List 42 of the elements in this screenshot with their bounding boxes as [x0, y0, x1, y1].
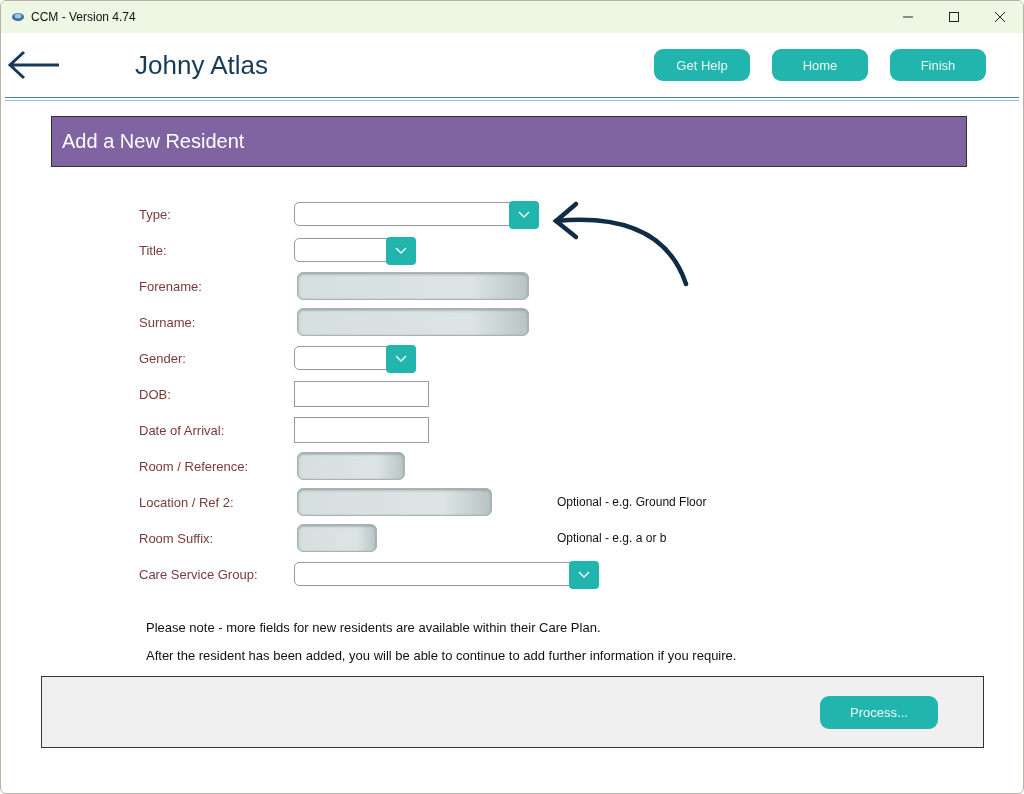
- dropdown[interactable]: [294, 202, 539, 226]
- text-field[interactable]: [297, 488, 492, 516]
- back-button[interactable]: [7, 50, 61, 80]
- app-icon: [11, 11, 25, 23]
- dropdown[interactable]: [294, 238, 416, 262]
- panel-title: Add a New Resident: [51, 116, 967, 167]
- field-label: Title:: [139, 242, 168, 258]
- note-text: Please note - more fields for new residents are available within their Care Plan.: [146, 620, 602, 635]
- field-label: Type:: [139, 206, 172, 222]
- user-name: Johny Atlas: [135, 49, 269, 81]
- window-title: CCM - Version 4.74: [31, 10, 136, 24]
- text-field[interactable]: [297, 272, 529, 300]
- process-button[interactable]: Process...: [820, 695, 938, 729]
- maximize-icon: [949, 12, 959, 22]
- field-label: Date of Arrival:: [139, 422, 226, 438]
- field-label: Care Service Group:: [139, 566, 259, 582]
- header-button[interactable]: Home: [772, 49, 868, 81]
- field-label: DOB:: [139, 386, 172, 402]
- hint-text: Optional - e.g. Ground Floor: [557, 495, 707, 509]
- field-label: Room / Reference:: [139, 458, 250, 474]
- dropdown[interactable]: [294, 562, 599, 586]
- hint-text: Optional - e.g. a or b: [557, 531, 667, 545]
- chevron-down-icon: [518, 211, 530, 219]
- date-field[interactable]: [294, 417, 429, 443]
- chevron-down-icon: [578, 571, 590, 579]
- field-label: Gender:: [139, 350, 187, 366]
- text-field[interactable]: [297, 452, 405, 480]
- back-arrow-icon: [7, 50, 61, 80]
- field-label: Surname:: [139, 314, 197, 330]
- date-field[interactable]: [294, 381, 429, 407]
- chevron-down-icon: [395, 355, 407, 363]
- dropdown[interactable]: [294, 346, 416, 370]
- field-label: Forename:: [139, 278, 203, 294]
- text-field[interactable]: [297, 308, 529, 336]
- text-field[interactable]: [297, 524, 377, 552]
- field-label: Room Suffix:: [139, 530, 215, 546]
- close-icon: [995, 12, 1005, 22]
- chevron-down-icon: [395, 247, 407, 255]
- field-label: Location / Ref 2:: [139, 494, 235, 510]
- header-button[interactable]: Finish: [890, 49, 986, 81]
- note-text: After the resident has been added, you will be able to continue to add further information if you require.: [146, 648, 738, 663]
- header-button[interactable]: Get Help: [654, 49, 750, 81]
